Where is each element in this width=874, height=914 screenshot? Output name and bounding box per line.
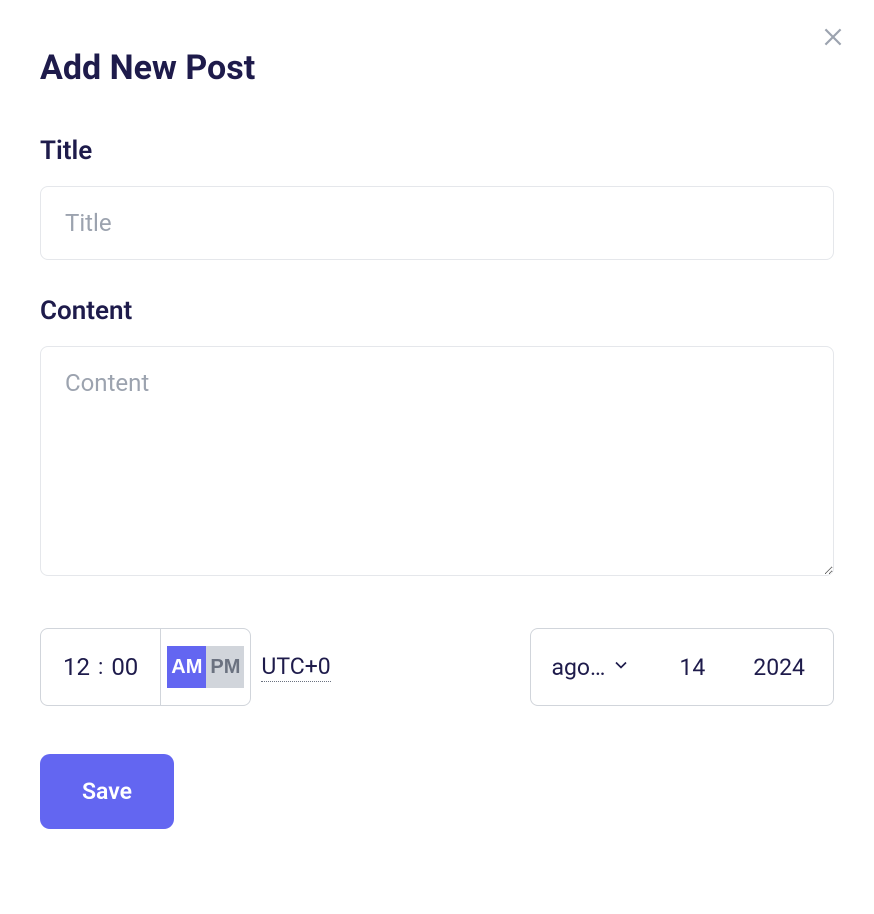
content-label: Content: [40, 296, 834, 326]
chevron-down-icon: [611, 655, 631, 679]
content-field-group: Content: [40, 296, 834, 580]
title-label: Title: [40, 136, 834, 166]
pm-button[interactable]: PM: [206, 646, 244, 688]
month-text: ago…: [551, 654, 605, 681]
time-box[interactable]: 12 : 00: [41, 629, 161, 705]
time-ampm-box: 12 : 00 AM PM: [40, 628, 251, 706]
content-input[interactable]: [40, 346, 834, 576]
day-input[interactable]: 14: [679, 654, 705, 681]
am-button[interactable]: AM: [167, 646, 206, 688]
date-group: ago… 14 2024: [530, 628, 834, 706]
time-group: 12 : 00 AM PM UTC+0: [40, 628, 331, 706]
title-field-group: Title: [40, 136, 834, 260]
close-icon: [820, 38, 846, 53]
save-button[interactable]: Save: [40, 754, 174, 829]
modal-title: Add New Post: [40, 48, 834, 88]
month-select[interactable]: ago…: [551, 654, 631, 681]
ampm-toggle: AM PM: [161, 629, 250, 705]
close-button[interactable]: [816, 20, 850, 57]
time-minute: 00: [103, 653, 146, 681]
datetime-row: 12 : 00 AM PM UTC+0 ago… 14 2024: [40, 628, 834, 706]
time-hour: 12: [55, 653, 98, 681]
year-input[interactable]: 2024: [753, 654, 805, 681]
timezone-label[interactable]: UTC+0: [261, 653, 330, 682]
title-input[interactable]: [40, 186, 834, 260]
